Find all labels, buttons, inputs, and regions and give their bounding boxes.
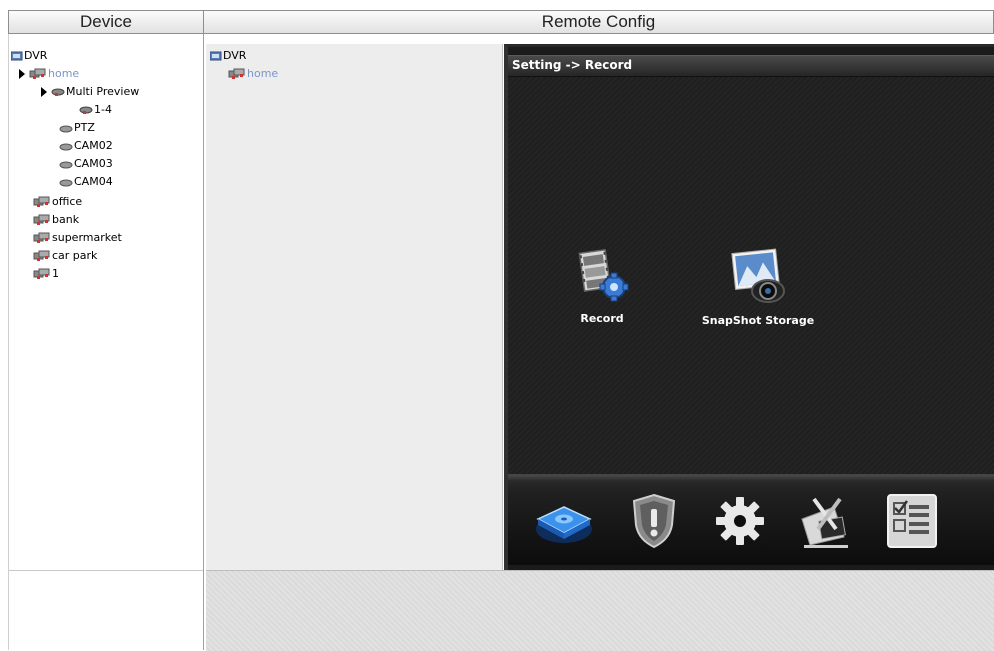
- group-icon: [29, 68, 46, 79]
- tree-node-label: PTZ: [74, 121, 95, 134]
- disk-icon: [536, 506, 592, 543]
- snapshot-storage-tile[interactable]: SnapShot Storage: [688, 247, 828, 327]
- dock-shield-button[interactable]: [622, 489, 686, 553]
- camera-icon: [79, 106, 93, 114]
- device-tree-panel: DVR home Multi Preview 1-4 PTZ CAM02 CAM…: [8, 34, 204, 650]
- group-icon: [33, 214, 50, 225]
- tree-node-cam04[interactable]: CAM04: [59, 174, 113, 190]
- dock-settings-button[interactable]: [708, 489, 772, 553]
- tree-node-label: CAM04: [74, 175, 113, 188]
- tree-node-office[interactable]: office: [33, 194, 82, 210]
- remote-status-area: [206, 570, 994, 651]
- tree-node-multi-preview[interactable]: Multi Preview: [41, 84, 139, 100]
- group-icon: [33, 196, 50, 207]
- tree-node-label: DVR: [223, 49, 247, 62]
- dvr-dock: [508, 474, 994, 565]
- group-icon: [228, 68, 245, 79]
- tree-node-label: bank: [52, 213, 80, 226]
- tree-node-label: 1: [52, 267, 59, 280]
- tree-node-dvr[interactable]: DVR: [11, 48, 47, 64]
- dvr-menu-content: Record SnapShot Storage: [508, 77, 994, 474]
- remote-tree-node-home[interactable]: home: [228, 66, 278, 82]
- dock-tools-button[interactable]: [794, 489, 858, 553]
- tree-node-home[interactable]: home: [19, 66, 79, 82]
- group-icon: [33, 250, 50, 261]
- group-icon: [33, 268, 50, 279]
- tree-node-car-park[interactable]: car park: [33, 248, 97, 264]
- dvr-menu-title: Setting -> Record: [508, 55, 994, 77]
- tree-node-label: CAM02: [74, 139, 113, 152]
- group-icon: [33, 232, 50, 243]
- tree-node-label: 1-4: [94, 103, 112, 116]
- tree-node-label: office: [52, 195, 83, 208]
- dvr-remote-screen[interactable]: Setting -> Record Record SnapShot Storag…: [504, 44, 994, 570]
- gear-icon: [716, 497, 764, 545]
- remote-tree-panel: DVR home: [206, 44, 503, 570]
- tree-node-ptz[interactable]: PTZ: [59, 120, 95, 136]
- tree-node-label: home: [48, 67, 80, 80]
- camera-icon: [59, 161, 73, 169]
- tree-node-1[interactable]: 1: [33, 266, 59, 282]
- dock-disk-button[interactable]: [532, 489, 596, 553]
- camera-icon: [59, 179, 73, 187]
- tree-node-supermarket[interactable]: supermarket: [33, 230, 122, 246]
- tree-node-label: Multi Preview: [66, 85, 140, 98]
- dvr-icon: [210, 51, 222, 60]
- tree-node-label: supermarket: [52, 231, 122, 244]
- camera-icon: [59, 143, 73, 151]
- record-tile[interactable]: Record: [572, 247, 632, 325]
- dock-checklist-button[interactable]: [880, 489, 944, 553]
- tree-node-bank[interactable]: bank: [33, 212, 79, 228]
- camera-icon: [51, 88, 65, 96]
- tree-node-cam02[interactable]: CAM02: [59, 138, 113, 154]
- tree-node-1-4[interactable]: 1-4: [79, 102, 112, 118]
- remote-config-header: Remote Config: [203, 10, 994, 34]
- tree-node-label: car park: [52, 249, 98, 262]
- tools-icon: [801, 497, 848, 548]
- camera-icon: [59, 125, 73, 133]
- tree-node-cam03[interactable]: CAM03: [59, 156, 113, 172]
- shield-alert-icon: [632, 493, 676, 549]
- tree-node-label: CAM03: [74, 157, 113, 170]
- dvr-icon: [11, 51, 23, 60]
- record-tile-label: Record: [580, 312, 624, 325]
- expand-arrow-icon[interactable]: [19, 69, 25, 79]
- remote-tree-node-dvr[interactable]: DVR: [210, 48, 246, 64]
- device-header: Device: [8, 10, 204, 34]
- film-gear-icon: [578, 248, 629, 302]
- checklist-icon: [887, 494, 937, 548]
- snapshot-storage-tile-label: SnapShot Storage: [701, 314, 815, 327]
- tree-node-label: DVR: [24, 49, 48, 62]
- camera-photo-icon: [731, 248, 785, 303]
- expand-arrow-icon[interactable]: [41, 87, 47, 97]
- tree-node-label: home: [247, 67, 279, 80]
